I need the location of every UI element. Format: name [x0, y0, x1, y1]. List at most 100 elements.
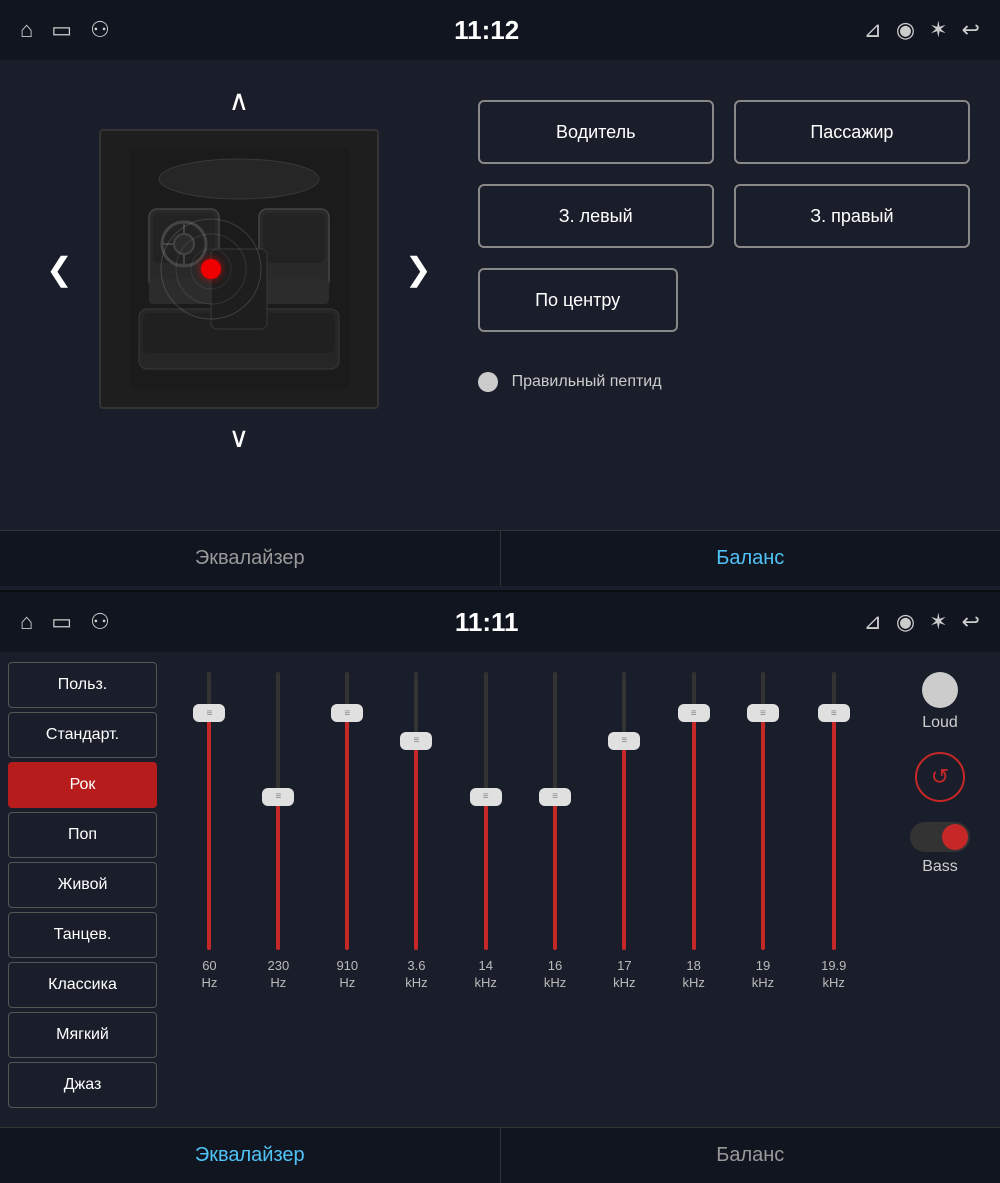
slider-label-7: 18 kHz: [682, 958, 704, 992]
slider-thumb-9[interactable]: [818, 704, 850, 722]
eq-preset-3[interactable]: Поп: [8, 812, 157, 858]
arrow-down-button[interactable]: ∨: [217, 417, 262, 458]
slider-track-9: [832, 672, 836, 950]
back-icon-2[interactable]: ↩: [962, 609, 980, 635]
top-main-content: ∧ ❮: [0, 60, 1000, 530]
seat-buttons-section: Водитель Пассажир З. левый З. правый По …: [478, 80, 970, 510]
arrow-up-button[interactable]: ∧: [217, 80, 262, 121]
rear-left-button[interactable]: З. левый: [478, 184, 714, 248]
screen-icon-2[interactable]: ▭: [51, 609, 72, 635]
slider-fill-4: [484, 797, 488, 950]
eq-preset-5[interactable]: Танцев.: [8, 912, 157, 958]
back-icon[interactable]: ↩: [962, 17, 980, 43]
cast-icon[interactable]: ⊿: [863, 17, 881, 43]
slider-thumb-0[interactable]: [193, 704, 225, 722]
bass-toggle-dot: [942, 824, 968, 850]
bottom-time: 11:11: [455, 607, 519, 638]
slider-label-3: 3.6 kHz: [405, 958, 427, 992]
home-icon[interactable]: ⌂: [20, 17, 33, 43]
eq-preset-list: Польз.Стандарт.РокПопЖивойТанцев.Классик…: [0, 652, 165, 1132]
slider-track-0: [207, 672, 211, 950]
slider-track-7: [692, 672, 696, 950]
slider-col-1: 230 Hz: [267, 672, 289, 992]
slider-thumb-6[interactable]: [608, 732, 640, 750]
sound-position-dot[interactable]: [201, 259, 221, 279]
status-bar-left-icons: ⌂ ▭ ⚇: [20, 17, 110, 43]
slider-thumb-2[interactable]: [331, 704, 363, 722]
tab-equalizer-top[interactable]: Эквалайзер: [0, 531, 501, 586]
slider-col-6: 17 kHz: [613, 672, 635, 992]
bass-section: Bass: [910, 822, 970, 876]
slider-thumb-7[interactable]: [678, 704, 710, 722]
slider-track-2: [345, 672, 349, 950]
eq-preset-6[interactable]: Классика: [8, 962, 157, 1008]
eq-preset-7[interactable]: Мягкий: [8, 1012, 157, 1058]
slider-thumb-4[interactable]: [470, 788, 502, 806]
slider-fill-2: [345, 714, 349, 950]
eq-preset-2[interactable]: Рок: [8, 762, 157, 808]
eq-preset-0[interactable]: Польз.: [8, 662, 157, 708]
home-icon-2[interactable]: ⌂: [20, 609, 33, 635]
slider-track-wrapper-6[interactable]: [613, 672, 635, 950]
subtitle-area: Правильный пептид: [478, 372, 970, 392]
usb-icon-2[interactable]: ⚇: [90, 609, 110, 635]
slider-track-8: [761, 672, 765, 950]
slider-fill-1: [276, 797, 280, 950]
slider-col-7: 18 kHz: [682, 672, 704, 992]
slider-track-wrapper-3[interactable]: [405, 672, 427, 950]
subtitle-text: Правильный пептид: [512, 373, 662, 391]
bottom-panel: ⌂ ▭ ⚇ 11:11 ⊿ ◉ ✶ ↩ Польз.Стандарт.РокПо…: [0, 592, 1000, 1183]
bass-toggle[interactable]: [910, 822, 970, 852]
slider-col-4: 14 kHz: [475, 672, 497, 992]
reset-button[interactable]: ↺: [915, 752, 965, 802]
slider-col-0: 60 Hz: [198, 672, 220, 992]
arrow-right-button[interactable]: ❯: [389, 246, 448, 292]
location-icon-2[interactable]: ◉: [896, 609, 915, 635]
slider-label-4: 14 kHz: [475, 958, 497, 992]
screen-icon[interactable]: ▭: [51, 17, 72, 43]
subtitle-dot-icon: [478, 372, 498, 392]
slider-label-8: 19 kHz: [752, 958, 774, 992]
car-section: ∧ ❮: [30, 80, 448, 510]
tab-balance-top[interactable]: Баланс: [501, 531, 1000, 586]
tab-balance-bottom[interactable]: Баланс: [501, 1128, 1000, 1183]
status-bar-right-icons: ⊿ ◉ ✶ ↩: [863, 17, 980, 43]
center-button[interactable]: По центру: [478, 268, 678, 332]
slider-track-wrapper-2[interactable]: [336, 672, 358, 950]
slider-col-3: 3.6 kHz: [405, 672, 427, 992]
passenger-button[interactable]: Пассажир: [734, 100, 970, 164]
top-tabs: Эквалайзер Баланс: [0, 530, 1000, 586]
loud-indicator[interactable]: [922, 672, 958, 708]
slider-track-wrapper-8[interactable]: [752, 672, 774, 950]
slider-track-wrapper-1[interactable]: [267, 672, 289, 950]
eq-preset-1[interactable]: Стандарт.: [8, 712, 157, 758]
arrow-left-button[interactable]: ❮: [30, 246, 89, 292]
slider-thumb-1[interactable]: [262, 788, 294, 806]
slider-thumb-8[interactable]: [747, 704, 779, 722]
slider-thumb-3[interactable]: [400, 732, 432, 750]
slider-thumb-5[interactable]: [539, 788, 571, 806]
slider-track-wrapper-7[interactable]: [683, 672, 705, 950]
slider-track-wrapper-5[interactable]: [544, 672, 566, 950]
slider-track-wrapper-0[interactable]: [198, 672, 220, 950]
loud-section: Loud: [922, 672, 958, 732]
bottom-status-bar: ⌂ ▭ ⚇ 11:11 ⊿ ◉ ✶ ↩: [0, 592, 1000, 652]
location-icon[interactable]: ◉: [896, 17, 915, 43]
usb-icon[interactable]: ⚇: [90, 17, 110, 43]
bluetooth-icon-2[interactable]: ✶: [929, 609, 947, 635]
slider-col-8: 19 kHz: [752, 672, 774, 992]
slider-track-wrapper-9[interactable]: [823, 672, 845, 950]
top-buttons-row: Водитель Пассажир: [478, 100, 970, 164]
tab-equalizer-bottom[interactable]: Эквалайзер: [0, 1128, 501, 1183]
eq-preset-8[interactable]: Джаз: [8, 1062, 157, 1108]
rear-right-button[interactable]: З. правый: [734, 184, 970, 248]
rear-buttons-row: З. левый З. правый: [478, 184, 970, 248]
eq-preset-4[interactable]: Живой: [8, 862, 157, 908]
slider-fill-9: [832, 714, 836, 950]
bluetooth-icon[interactable]: ✶: [929, 17, 947, 43]
slider-track-wrapper-4[interactable]: [475, 672, 497, 950]
bottom-status-left: ⌂ ▭ ⚇: [20, 609, 110, 635]
driver-button[interactable]: Водитель: [478, 100, 714, 164]
cast-icon-2[interactable]: ⊿: [863, 609, 881, 635]
bottom-status-right: ⊿ ◉ ✶ ↩: [863, 609, 980, 635]
